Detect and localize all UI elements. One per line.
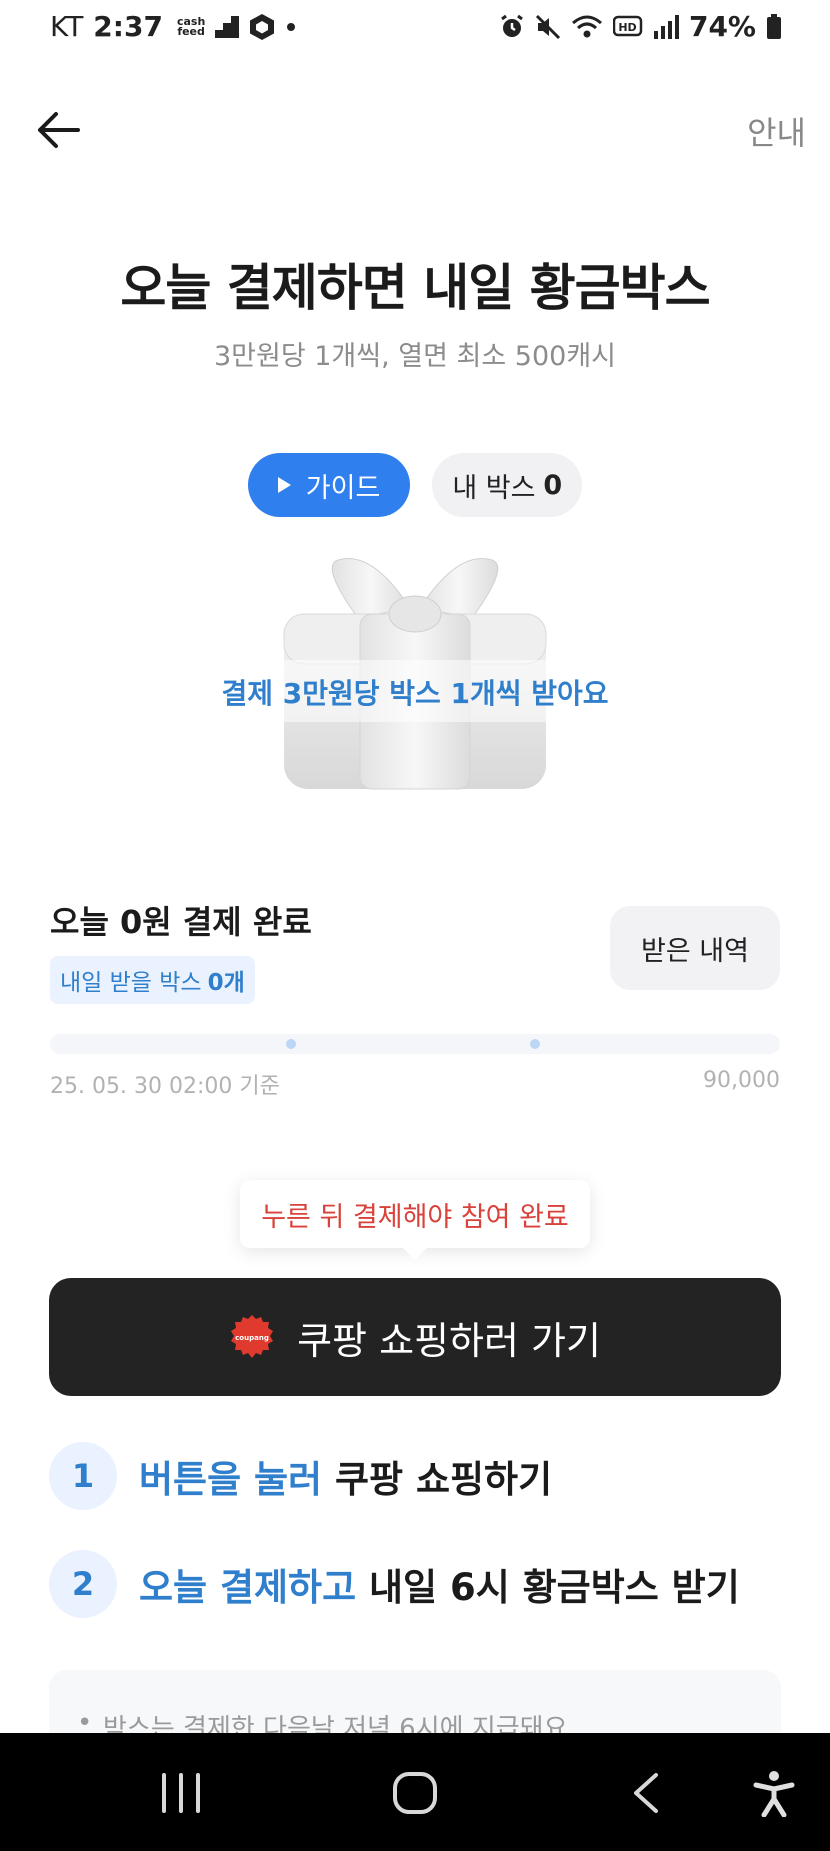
nav-back-icon[interactable] [628, 1773, 664, 1813]
battery-icon [767, 13, 781, 39]
notification-dot-icon [287, 22, 296, 31]
home-icon[interactable] [392, 1771, 438, 1815]
signal-icon [653, 14, 679, 39]
carrier-label: KT [50, 10, 84, 43]
system-navigation-bar [0, 1733, 830, 1851]
guide-button-label: 가이드 [305, 472, 381, 504]
box-app-icon [250, 13, 275, 40]
alarm-icon [501, 14, 523, 37]
back-arrow-icon[interactable] [34, 108, 82, 152]
coupang-logo-icon: coupang [231, 1315, 274, 1358]
play-icon [277, 477, 291, 493]
step-2-number: 2 [49, 1550, 117, 1618]
hd-icon: HD [612, 15, 643, 36]
my-box-label: 내 박스 [452, 472, 536, 504]
wifi-icon [571, 15, 602, 37]
step-2-text: 내일 6시 황금박스 받기 [369, 1566, 740, 1609]
payment-progress-bar [50, 1034, 780, 1054]
progress-max-label: 90,000 [703, 1068, 780, 1093]
svg-text:coupang: coupang [235, 1334, 269, 1342]
step-1: 1 버튼을 눌러 쿠팡 쇼핑하기 [49, 1442, 552, 1510]
status-left: KT 2:37 cash feed [50, 10, 297, 43]
payment-status-title: 오늘 0원 결제 완료 [50, 903, 312, 941]
guide-button[interactable]: 가이드 [247, 453, 411, 517]
gift-caption: 결제 3만원당 박스 1개씩 받아요 [221, 677, 609, 710]
page-subtitle: 3만원당 1개씩, 열면 최소 500캐시 [213, 341, 617, 372]
step-2: 2 오늘 결제하고 내일 6시 황금박스 받기 [49, 1550, 740, 1618]
top-nav: 안내 [0, 90, 830, 170]
coupang-shopping-button[interactable]: coupang 쿠팡 쇼핑하러 가기 [49, 1278, 781, 1396]
status-bar: KT 2:37 cash feed HD 74% [0, 0, 830, 64]
participation-tooltip: 누른 뒤 결제해야 참여 완료 [240, 1180, 590, 1260]
step-1-highlight: 버튼을 눌러 [139, 1458, 323, 1501]
tomorrow-box-count: 0개 [207, 970, 245, 996]
info-link[interactable]: 안내 [747, 108, 806, 154]
stairs-icon [215, 15, 240, 38]
battery-percent: 74% [688, 10, 756, 43]
history-button[interactable]: 받은 내역 [610, 906, 780, 990]
recents-icon[interactable] [158, 1773, 204, 1813]
progress-milestone-1 [286, 1039, 296, 1049]
my-box-count: 0 [543, 469, 563, 501]
tomorrow-box-badge: 내일 받을 박스 0개 [50, 956, 255, 1004]
status-right: HD 74% [499, 10, 782, 43]
clock: 2:37 [93, 10, 163, 43]
pill-row: 가이드 내 박스 0 [0, 453, 830, 517]
page-title: 오늘 결제하면 내일 황금박스 [120, 259, 710, 317]
mute-icon [535, 14, 561, 39]
step-1-number: 1 [49, 1442, 117, 1510]
cashfeed-icon: cash feed [176, 14, 206, 38]
tomorrow-box-label: 내일 받을 박스 [60, 970, 202, 996]
step-1-text: 쿠팡 쇼핑하기 [334, 1458, 553, 1501]
progress-timestamp: 25. 05. 30 02:00 기준 [50, 1074, 280, 1099]
accessibility-icon[interactable] [752, 1769, 796, 1817]
step-2-highlight: 오늘 결제하고 [139, 1566, 357, 1609]
progress-meta: 25. 05. 30 02:00 기준 90,000 [50, 1068, 780, 1100]
my-box-button[interactable]: 내 박스 0 [432, 453, 583, 517]
coupang-shopping-label: 쿠팡 쇼핑하러 가기 [297, 1318, 601, 1363]
svg-text:HD: HD [618, 21, 636, 34]
progress-milestone-2 [530, 1039, 540, 1049]
